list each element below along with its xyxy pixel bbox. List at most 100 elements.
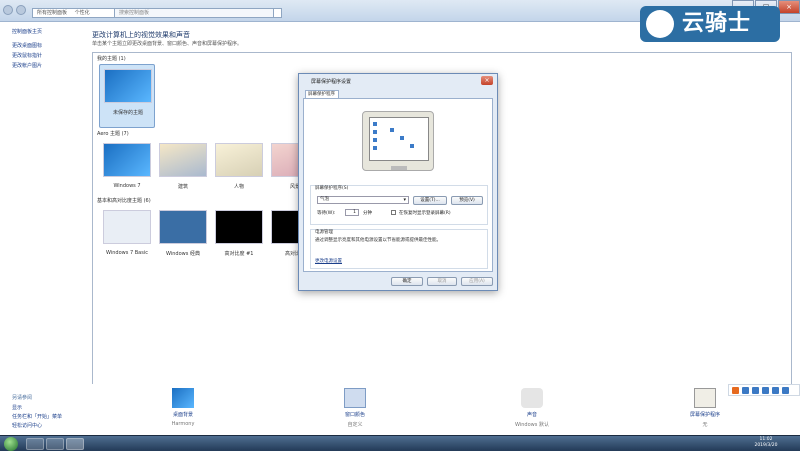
preview-desktop-icon: [373, 138, 377, 142]
ime-logo-icon[interactable]: [732, 387, 739, 394]
theme-unsaved[interactable]: 未保存的主题: [99, 64, 155, 128]
theme-high-contrast-1[interactable]: 高对比度 #1: [211, 206, 267, 270]
theme-thumbnail: [215, 210, 263, 244]
screensaver-settings-dialog: 屏幕保护程序设置 × 屏幕保护程序 屏幕保护程序(S) 气泡 设置(T)... …: [298, 73, 498, 291]
forward-button[interactable]: [16, 5, 26, 15]
input-method-toolbar: [728, 384, 800, 396]
screensaver-value: 无: [702, 422, 708, 428]
screensaver-group-label: 屏幕保护程序(S): [315, 186, 349, 191]
page-description: 单击某个主题立即更改桌面背景、窗口颜色、声音和屏幕保护程序。: [92, 41, 243, 47]
power-group-label: 电源管理: [315, 230, 333, 235]
search-input[interactable]: 搜索控制面板: [114, 8, 274, 18]
sounds-icon: [521, 388, 543, 408]
theme-name: Windows 经典: [166, 251, 200, 257]
my-themes-label: 我的主题 (1): [97, 56, 126, 62]
theme-architecture[interactable]: 建筑: [155, 139, 211, 203]
cancel-button[interactable]: 取消: [427, 277, 457, 286]
power-management-group: 电源管理 通过调整显示亮度和其他电源设置以节省能源或提供最佳性能。 更改电源设置: [310, 229, 488, 269]
ime-keyboard-icon[interactable]: [772, 387, 779, 394]
control-panel-taskbar-icon[interactable]: [66, 438, 84, 450]
resume-logon-checkbox[interactable]: [391, 210, 396, 215]
settings-button[interactable]: 设置(T)...: [413, 196, 447, 205]
dialog-body: 屏幕保护程序(S) 气泡 设置(T)... 预览(V) 等待(W): 1 分钟 …: [303, 98, 493, 272]
theme-thumbnail: [159, 143, 207, 177]
theme-windows7-basic[interactable]: Windows 7 Basic: [99, 206, 155, 270]
window-color-icon: [344, 388, 366, 408]
ime-mode-icon[interactable]: [742, 387, 749, 394]
start-button[interactable]: [4, 437, 18, 451]
breadcrumb-personalization[interactable]: 个性化: [75, 10, 90, 16]
preview-button[interactable]: 预览(V): [451, 196, 483, 205]
change-power-settings-link[interactable]: 更改电源设置: [315, 258, 342, 264]
media-taskbar-icon[interactable]: [46, 438, 64, 450]
sidebar-item-home[interactable]: 控制面板主页: [12, 28, 42, 35]
close-button[interactable]: ×: [778, 0, 800, 14]
screensaver-select[interactable]: 气泡: [317, 196, 409, 204]
preview-desktop-icon: [400, 136, 404, 140]
clock[interactable]: 11:02 2019/3/20: [746, 437, 786, 449]
preview-monitor: [362, 111, 434, 171]
see-also-taskbar[interactable]: 任务栏和「开始」菜单: [12, 413, 62, 420]
sidebar-item-mouse-pointer[interactable]: 更改鼠标指针: [12, 52, 42, 59]
sounds-link[interactable]: 声音 Windows 默认: [497, 388, 567, 432]
wait-unit: 分钟: [363, 211, 372, 216]
explorer-taskbar-icon[interactable]: [26, 438, 44, 450]
theme-name: Windows 7: [113, 183, 141, 189]
power-description: 通过调整显示亮度和其他电源设置以节省能源或提供最佳性能。: [315, 238, 441, 243]
preview-desktop-icon: [373, 122, 377, 126]
theme-characters[interactable]: 人物: [211, 139, 267, 203]
back-button[interactable]: [3, 5, 13, 15]
theme-name: 人物: [233, 184, 244, 190]
preview-monitor-stand: [391, 166, 407, 170]
page-title: 更改计算机上的视觉效果和声音: [92, 31, 190, 39]
sounds-value: Windows 默认: [515, 422, 549, 428]
sidebar-item-desktop-icons[interactable]: 更改桌面图标: [12, 42, 42, 49]
basic-themes-label: 基本和高对比度主题 (6): [97, 198, 151, 204]
apply-button[interactable]: 应用(A): [461, 277, 493, 286]
clock-date: 2019/3/20: [754, 443, 778, 448]
preview-screen: [369, 117, 429, 161]
theme-windows-classic[interactable]: Windows 经典: [155, 206, 211, 270]
preview-desktop-icon: [390, 128, 394, 132]
window-color-value: 自定义: [347, 422, 363, 428]
desktop-background-icon: [172, 388, 194, 408]
theme-thumbnail: [103, 210, 151, 244]
preview-desktop-icon: [373, 130, 377, 134]
ime-user-icon[interactable]: [782, 387, 789, 394]
see-also-display[interactable]: 显示: [12, 404, 22, 411]
see-also-ease-of-access[interactable]: 轻松访问中心: [12, 422, 42, 429]
theme-windows7[interactable]: Windows 7: [99, 139, 155, 203]
ok-button[interactable]: 确定: [391, 277, 423, 286]
dialog-title: 屏幕保护程序设置: [311, 79, 352, 85]
ime-punct-icon[interactable]: [752, 387, 759, 394]
breadcrumb-all-panels[interactable]: 所有控制面板: [37, 10, 67, 16]
theme-thumbnail: [103, 143, 151, 177]
taskbar: 11:02 2019/3/20: [0, 435, 800, 451]
desktop-background-title: 桌面背景: [172, 412, 193, 418]
theme-name: 未保存的主题: [112, 110, 143, 116]
theme-name: Windows 7 Basic: [106, 250, 148, 256]
window-color-title: 窗口颜色: [344, 412, 365, 418]
aero-themes-label: Aero 主题 (7): [97, 131, 129, 137]
sidebar-item-account-picture[interactable]: 更改帐户图片: [12, 62, 42, 69]
ime-microphone-icon[interactable]: [762, 387, 769, 394]
desktop-background-value: Harmony: [171, 421, 195, 427]
resume-logon-label[interactable]: 在恢复时显示登录屏幕(R): [399, 210, 451, 216]
theme-thumbnail: [215, 143, 263, 177]
theme-thumbnail: [104, 69, 152, 103]
wait-label: 等待(W):: [317, 211, 336, 216]
sounds-title: 声音: [526, 412, 537, 418]
personalization-settings-bar: 桌面背景 Harmony 窗口颜色 自定义 声音 Windows 默认 屏幕保护…: [92, 384, 800, 434]
desktop-background-link[interactable]: 桌面背景 Harmony: [148, 388, 218, 432]
sidebar: 控制面板主页 更改桌面图标 更改鼠标指针 更改帐户图片 另请参阅 显示 任务栏和…: [0, 22, 90, 435]
preview-desktop-icon: [373, 146, 377, 150]
screensaver-group: 屏幕保护程序(S) 气泡 设置(T)... 预览(V) 等待(W): 1 分钟 …: [310, 185, 488, 225]
theme-name: 建筑: [177, 184, 188, 190]
wait-minutes-stepper[interactable]: 1: [345, 209, 359, 216]
see-also-title: 另请参阅: [12, 395, 33, 401]
preview-desktop-icon: [410, 144, 414, 148]
dialog-close-button[interactable]: ×: [481, 76, 493, 85]
window-color-link[interactable]: 窗口颜色 自定义: [320, 388, 390, 432]
screensaver-title: 屏幕保护程序: [689, 412, 720, 418]
screensaver-icon: [694, 388, 716, 408]
